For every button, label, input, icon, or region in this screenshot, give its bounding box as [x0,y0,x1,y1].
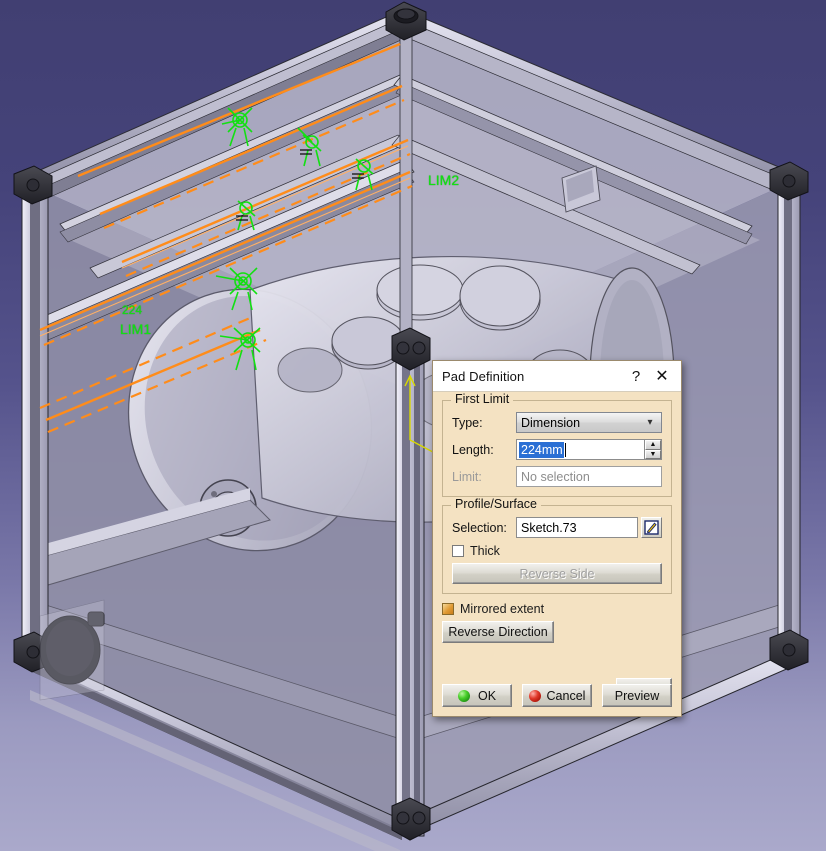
first-limit-legend: First Limit [451,392,514,406]
profile-surface-group: Profile/Surface Selection: Sketch.73 Thi… [442,497,672,594]
ok-label: OK [477,688,497,703]
annotation-lim1: LIM1 [120,321,152,337]
length-input[interactable]: 224mm [516,439,645,460]
dialog-title: Pad Definition [442,368,525,384]
length-row: Length: 224mm ▲ ▼ [452,439,662,460]
stepper-up-icon[interactable]: ▲ [645,440,661,450]
close-icon[interactable]: ✕ [649,364,675,388]
thick-label: Thick [470,544,500,558]
help-button[interactable]: ? [623,364,649,388]
reverse-side-button[interactable]: Reverse Side [452,563,662,584]
profile-surface-legend: Profile/Surface [451,497,541,511]
length-value: 224mm [519,441,564,458]
ok-icon [457,689,470,702]
pad-definition-dialog[interactable]: Pad Definition ? ✕ First Limit Type: Dim… [432,360,682,717]
mirrored-extent-checkbox[interactable] [442,603,454,615]
thick-checkbox[interactable] [452,545,464,557]
annotation-dimension-224: 224 [122,303,143,317]
annotation-lim2: LIM2 [428,172,460,188]
selection-label: Selection: [452,520,507,535]
stepper-down-icon[interactable]: ▼ [645,449,661,459]
mirrored-extent-row[interactable]: Mirrored extent [442,602,672,616]
cancel-label: Cancel [546,688,586,703]
limit-input[interactable]: No selection [516,466,662,487]
dialog-titlebar[interactable]: Pad Definition ? ✕ [433,361,681,392]
mirrored-extent-label: Mirrored extent [460,602,545,616]
dialog-footer: OK Cancel Preview [442,684,672,707]
app-root: LIM2 224 LIM1 Pad Definition ? ✕ First L… [0,0,826,851]
reverse-direction-button[interactable]: Reverse Direction [442,621,554,643]
cad-model-graphic [13,1,809,851]
text-caret [564,442,566,457]
cancel-button[interactable]: Cancel [522,684,592,707]
limit-row: Limit: No selection [452,466,662,487]
limit-label: Limit: [452,469,482,484]
selection-row: Selection: Sketch.73 [452,517,662,538]
length-stepper[interactable]: ▲ ▼ [645,439,662,460]
length-label: Length: [452,442,494,457]
type-select[interactable]: Dimension ▾ [516,412,662,433]
dialog-body: First Limit Type: Dimension ▾ Length: 22… [433,392,681,717]
type-label: Type: [452,415,483,430]
type-row: Type: Dimension ▾ [452,412,662,433]
thick-row[interactable]: Thick [452,544,662,558]
selection-input[interactable]: Sketch.73 [516,517,638,538]
3d-cad-viewport[interactable]: LIM2 224 LIM1 [0,0,826,851]
preview-button[interactable]: Preview [602,684,672,707]
first-limit-group: First Limit Type: Dimension ▾ Length: 22… [442,392,672,497]
type-value: Dimension [521,415,581,430]
cancel-icon [528,689,541,702]
sketch-edit-icon[interactable] [641,517,662,538]
chevron-down-icon: ▾ [647,417,653,428]
ok-button[interactable]: OK [442,684,512,707]
